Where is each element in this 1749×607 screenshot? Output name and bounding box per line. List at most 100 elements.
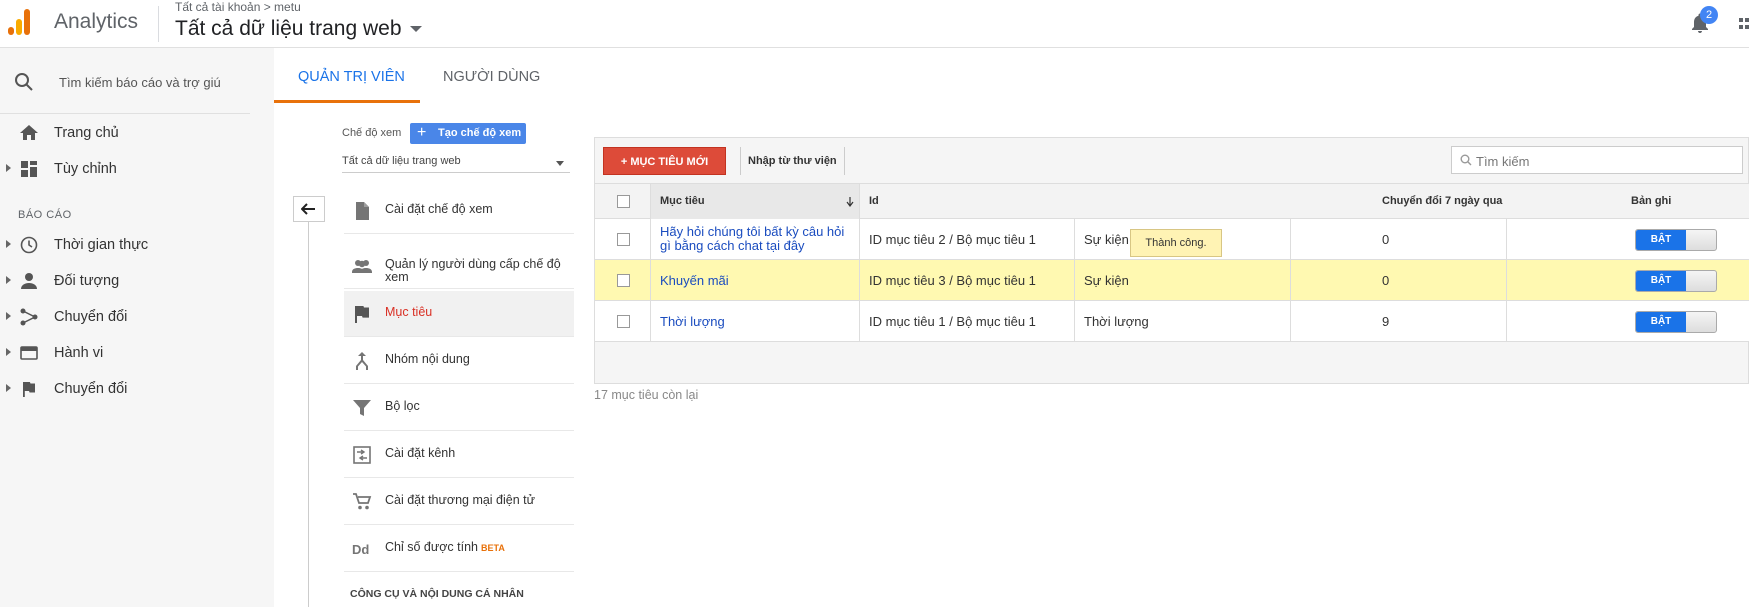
menu-user-management[interactable]: Quản lý người dùng cấp chế độ xem <box>344 243 574 289</box>
report-search[interactable]: Tìm kiếm báo cáo và trợ giú <box>0 48 250 114</box>
menu-filters[interactable]: Bộ lọc <box>344 385 574 431</box>
tab-admin[interactable]: QUẢN TRỊ VIÊN <box>298 69 405 85</box>
col-divider <box>1290 219 1291 260</box>
menu-view-settings[interactable]: Cài đặt chế độ xem <box>344 188 574 234</box>
col-divider <box>859 219 860 260</box>
column-id[interactable]: Id <box>869 195 879 207</box>
select-all-checkbox[interactable] <box>617 195 630 208</box>
column-goal[interactable]: Mục tiêu <box>660 195 705 207</box>
back-button[interactable] <box>293 196 325 222</box>
col-divider <box>859 260 860 301</box>
menu-item-label: Cài đặt thương mại điện tử <box>385 493 536 507</box>
expand-arrow-icon <box>6 240 11 248</box>
view-select[interactable]: Tất cả dữ liệu trang web <box>342 155 570 173</box>
breadcrumb[interactable]: Tất cả tài khoản > metu <box>175 0 301 14</box>
sidebar-item-home[interactable]: Trang chủ <box>0 113 250 153</box>
recording-toggle[interactable]: BẬT <box>1635 270 1717 292</box>
dd-icon: Dd <box>352 542 369 557</box>
menu-content-grouping[interactable]: Nhóm nội dung <box>344 338 574 384</box>
goals-panel: + MỤC TIÊU MỚI Nhập từ thư viện Tìm kiếm… <box>594 137 1749 384</box>
column-recording[interactable]: Bản ghi <box>1631 195 1671 207</box>
goal-conversions: 0 <box>1382 273 1390 288</box>
beta-badge: BETA <box>481 543 505 553</box>
create-view-button[interactable]: + Tạo chế độ xem <box>410 123 526 144</box>
sidebar-item-label: Trang chủ <box>54 125 119 141</box>
sidebar-item-conversions[interactable]: Chuyển đổi <box>0 369 250 409</box>
col-divider <box>1506 260 1507 301</box>
sidebar-item-label: Chuyển đổi <box>54 381 128 397</box>
goal-type: Sự kiện <box>1084 232 1129 247</box>
sort-arrow-icon[interactable] <box>846 197 854 207</box>
sidebar-item-customization[interactable]: Tùy chỉnh <box>0 149 250 189</box>
menu-goals[interactable]: Mục tiêu <box>344 291 574 337</box>
column-conversions[interactable]: Chuyển đổi 7 ngày qua <box>1382 195 1502 207</box>
sidebar-item-audience[interactable]: Đối tượng <box>0 261 250 301</box>
menu-ecommerce-settings[interactable]: Cài đặt thương mại điện tử <box>344 479 574 525</box>
flag-icon <box>23 381 35 397</box>
import-from-gallery-button[interactable]: Nhập từ thư viện <box>740 147 845 175</box>
menu-item-label: Bộ lọc <box>385 399 420 413</box>
menu-item-label: Mục tiêu <box>385 305 433 319</box>
calculated-metrics-label: Chỉ số được tính <box>385 540 478 554</box>
active-tab-indicator <box>274 100 420 103</box>
header-divider <box>158 6 159 42</box>
success-tooltip: Thành công. <box>1130 229 1222 257</box>
col-divider <box>650 219 651 260</box>
sidebar-item-label: Hành vi <box>54 345 104 361</box>
plus-icon: + <box>417 124 427 141</box>
cart-icon <box>353 493 372 510</box>
menu-item-label: Nhóm nội dung <box>385 352 470 366</box>
col-divider <box>650 260 651 301</box>
sidebar-item-realtime[interactable]: Thời gian thực <box>0 225 250 265</box>
search-icon <box>1460 154 1472 166</box>
document-icon <box>356 202 369 220</box>
col-divider <box>1074 260 1075 301</box>
col-divider <box>1506 301 1507 342</box>
expand-arrow-icon <box>6 384 11 392</box>
table-row[interactable]: Thời lượng ID mục tiêu 1 / Bộ mục tiêu 1… <box>595 301 1749 342</box>
search-icon <box>15 73 33 91</box>
apps-grid-icon[interactable] <box>1737 16 1749 32</box>
person-icon <box>21 273 37 289</box>
report-search-input[interactable]: Tìm kiếm báo cáo và trợ giú <box>59 75 221 90</box>
sidebar: Tìm kiếm báo cáo và trợ giú Trang chủ Tù… <box>0 48 274 607</box>
row-checkbox[interactable] <box>617 315 630 328</box>
sidebar-item-label: Thời gian thực <box>54 237 149 253</box>
goal-search-placeholder: Tìm kiếm <box>1476 154 1530 169</box>
goal-id: ID mục tiêu 2 / Bộ mục tiêu 1 <box>869 232 1036 247</box>
sidebar-item-label: Đối tượng <box>54 273 120 289</box>
goal-id: ID mục tiêu 3 / Bộ mục tiêu 1 <box>869 273 1036 288</box>
table-row[interactable]: Khuyến mãi ID mục tiêu 3 / Bộ mục tiêu 1… <box>595 260 1749 301</box>
goal-conversions: 0 <box>1382 232 1390 247</box>
sidebar-item-acquisition[interactable]: Chuyển đổi <box>0 297 250 337</box>
recording-toggle[interactable]: BẬT <box>1635 311 1717 333</box>
new-goal-button[interactable]: + MỤC TIÊU MỚI <box>603 147 726 175</box>
sidebar-item-behavior[interactable]: Hành vi <box>0 333 250 373</box>
filter-icon <box>353 400 371 416</box>
goal-search-input[interactable]: Tìm kiếm <box>1451 146 1743 174</box>
menu-channel-settings[interactable]: Cài đặt kênh <box>344 432 574 478</box>
col-divider <box>1506 219 1507 260</box>
goal-name-link[interactable]: Khuyến mãi <box>660 273 729 288</box>
row-checkbox[interactable] <box>617 233 630 246</box>
remaining-goals-count: 17 mục tiêu còn lại <box>594 388 699 402</box>
svg-text:Dd: Dd <box>352 542 369 557</box>
property-selector[interactable]: Tất cả dữ liệu trang web <box>175 17 422 41</box>
menu-item-label: Quản lý người dùng cấp chế độ xem <box>385 257 561 284</box>
tab-users[interactable]: NGƯỜI DÙNG <box>443 69 540 85</box>
menu-item-label: Cài đặt kênh <box>385 446 456 460</box>
chevron-down-icon <box>409 26 422 33</box>
goal-name-link[interactable]: Thời lượng <box>660 314 725 329</box>
col-divider <box>650 301 651 342</box>
admin-tabs: QUẢN TRỊ VIÊN NGƯỜI DÙNG <box>274 48 1749 103</box>
analytics-logo-icon[interactable] <box>8 7 36 35</box>
create-view-label: Tạo chế độ xem <box>438 127 522 139</box>
recording-toggle[interactable]: BẬT <box>1635 229 1717 251</box>
col-divider <box>859 301 860 342</box>
goal-name-link[interactable]: Hãy hỏi chúng tôi bất kỳ câu hỏi gì bằng… <box>660 225 855 253</box>
clock-icon <box>20 236 38 254</box>
row-checkbox[interactable] <box>617 274 630 287</box>
personal-tools-heading: CÔNG CỤ VÀ NỘI DUNG CÁ NHÂN <box>350 588 524 600</box>
col-divider <box>1290 260 1291 301</box>
menu-calculated-metrics[interactable]: Dd Chỉ số được tính BETA <box>344 526 574 572</box>
